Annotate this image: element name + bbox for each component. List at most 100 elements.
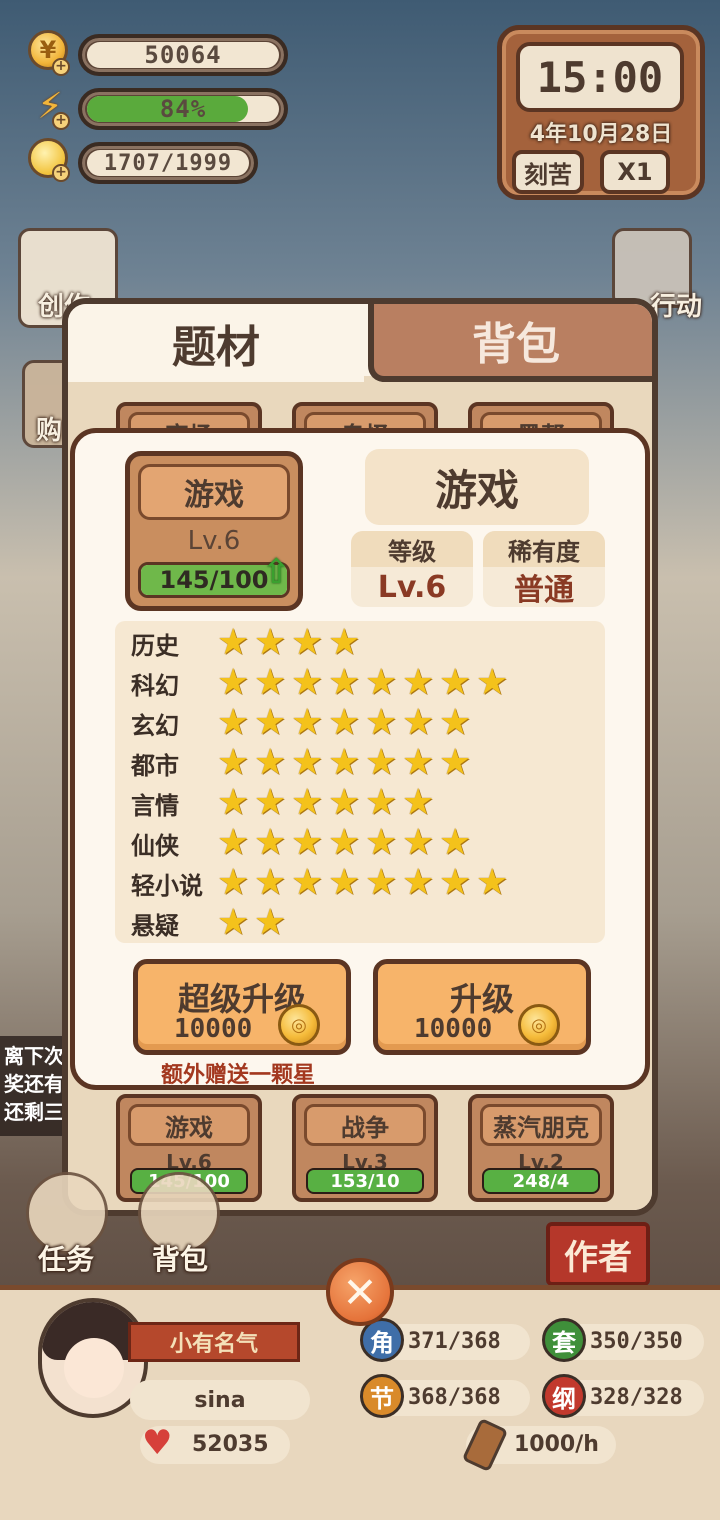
add-energy-icon[interactable]: +	[52, 112, 70, 130]
note-line-3: 还剩三	[4, 1100, 64, 1124]
stat-value: 350/350	[590, 1329, 683, 1354]
genre-card-name: 游戏	[128, 1104, 250, 1146]
rarity-header: 稀有度	[483, 531, 605, 567]
star-icon: ★	[328, 702, 361, 743]
star-icon: ★	[254, 702, 287, 743]
affinity-stars: ★ ★ ★ ★	[217, 625, 365, 661]
shop-label: 购	[36, 416, 63, 446]
star-icon: ★	[439, 702, 472, 743]
star-icon: ★	[402, 822, 435, 863]
affinity-row: 都市 ★ ★ ★ ★ ★ ★ ★	[131, 743, 476, 783]
selected-genre-card: 游戏 Lv.6 145/100 ⇧	[125, 451, 303, 611]
affinity-row: 科幻 ★ ★ ★ ★ ★ ★ ★ ★	[131, 663, 513, 703]
coin-icon: ◎	[518, 1004, 560, 1046]
star-icon: ★	[328, 782, 361, 823]
star-icon: ★	[254, 902, 287, 943]
level-header: 等级	[351, 531, 473, 567]
likes-display: ♥ 52035	[140, 1424, 290, 1464]
star-icon: ★	[217, 622, 250, 663]
star-icon: ★	[217, 742, 250, 783]
star-icon: ★	[291, 742, 324, 783]
affinity-genre: 历史	[131, 631, 179, 660]
speed-button[interactable]: X1	[600, 150, 670, 194]
super-upgrade-cost: 10000	[174, 1014, 253, 1044]
stat-plot: 节 368/368	[360, 1374, 530, 1418]
tasks-nav-label[interactable]: 任务	[38, 1238, 94, 1278]
ideas-display: 1707/1999	[78, 142, 258, 184]
energy-display: 84%	[78, 88, 288, 130]
add-coins-icon[interactable]: +	[52, 58, 70, 76]
bonus-star-note: 额外赠送一颗星	[161, 1063, 316, 1088]
energy-value: 84%	[159, 95, 207, 123]
author-tab[interactable]: 作者	[546, 1222, 650, 1286]
star-icon: ★	[328, 622, 361, 663]
progress-text: 248/4	[512, 1170, 570, 1192]
action-label: 行动	[650, 292, 703, 322]
coins-display: 50064	[78, 34, 288, 76]
note-line-1: 离下次	[4, 1044, 64, 1068]
star-icon: ★	[439, 862, 472, 903]
star-icon: ★	[402, 862, 435, 903]
star-icon: ★	[439, 662, 472, 703]
stat-value: 328/328	[590, 1385, 683, 1410]
genre-affinity-list: 历史 ★ ★ ★ ★ 科幻 ★ ★ ★ ★ ★ ★ ★ ★ 玄幻 ★ ★ ★ ★ ★ ★ ★ 都市 ★ ★ ★ ★ ★ ★ ★ 言情 ★ ★ ★ ★…	[115, 621, 605, 943]
coins-value: 50064	[144, 41, 222, 69]
star-icon: ★	[254, 862, 287, 903]
star-icon: ★	[476, 662, 509, 703]
affinity-row: 玄幻 ★ ★ ★ ★ ★ ★ ★	[131, 703, 476, 743]
genre-card[interactable]: 战争 Lv.3 153/10	[292, 1094, 438, 1202]
star-icon: ★	[217, 902, 250, 943]
level-up-arrow-icon: ⇧	[262, 552, 291, 592]
plot-badge-icon: 节	[360, 1374, 404, 1418]
star-icon: ★	[439, 822, 472, 863]
close-button[interactable]: ✕	[326, 1258, 394, 1326]
stat-outline: 纲 328/328	[542, 1374, 704, 1418]
coin-icon: ◎	[278, 1004, 320, 1046]
star-icon: ★	[217, 862, 250, 903]
star-icon: ★	[291, 622, 324, 663]
star-icon: ★	[402, 782, 435, 823]
affinity-genre: 玄幻	[131, 711, 179, 740]
star-icon: ★	[217, 662, 250, 703]
star-icon: ★	[476, 862, 509, 903]
affinity-genre: 言情	[131, 791, 179, 820]
genre-card[interactable]: 蒸汽朋克 Lv.2 248/4	[468, 1094, 614, 1202]
add-ideas-icon[interactable]: +	[52, 164, 70, 182]
rarity-value: 普通	[514, 573, 574, 608]
progress-text: 153/10	[330, 1170, 400, 1192]
tab-genres[interactable]: 题材	[68, 304, 364, 382]
clock-date: 4年10月28日	[529, 122, 673, 147]
work-mode-button[interactable]: 刻苦	[512, 150, 584, 194]
stat-value: 371/368	[408, 1329, 501, 1354]
affinity-row: 仙侠 ★ ★ ★ ★ ★ ★ ★	[131, 823, 476, 863]
super-upgrade-button[interactable]: 超级升级 10000 ◎	[133, 959, 351, 1055]
genre-card-progress: 153/10	[306, 1168, 424, 1194]
rate-value: 1000/h	[514, 1432, 599, 1457]
player-rank: 小有名气	[128, 1322, 300, 1362]
writing-rate: 1000/h	[461, 1417, 616, 1473]
selected-genre-name: 游戏	[138, 464, 290, 520]
note-line-2: 奖还有	[4, 1072, 64, 1096]
tab-backpack[interactable]: 背包	[368, 304, 652, 382]
player-name: sina	[130, 1380, 310, 1420]
affinity-stars: ★ ★ ★ ★ ★ ★ ★ ★	[217, 665, 513, 701]
stat-routine: 套 350/350	[542, 1318, 704, 1362]
star-icon: ★	[365, 862, 398, 903]
upgrade-button[interactable]: 升级 10000 ◎	[373, 959, 591, 1055]
star-icon: ★	[365, 702, 398, 743]
star-icon: ★	[365, 742, 398, 783]
level-value: Lv.6	[377, 569, 447, 605]
star-icon: ★	[291, 702, 324, 743]
routine-badge-icon: 套	[542, 1318, 586, 1362]
bag-nav-label[interactable]: 背包	[152, 1238, 208, 1278]
affinity-stars: ★ ★ ★ ★ ★ ★ ★ ★	[217, 865, 513, 901]
genre-card-progress: 248/4	[482, 1168, 600, 1194]
upgrade-cost: 10000	[414, 1014, 493, 1044]
affinity-genre: 都市	[131, 751, 179, 780]
star-icon: ★	[365, 782, 398, 823]
affinity-row: 言情 ★ ★ ★ ★ ★ ★	[131, 783, 439, 823]
affinity-stars: ★ ★	[217, 905, 291, 941]
star-icon: ★	[291, 862, 324, 903]
affinity-genre: 科幻	[131, 671, 179, 700]
level-info: 等级 Lv.6	[351, 531, 473, 607]
